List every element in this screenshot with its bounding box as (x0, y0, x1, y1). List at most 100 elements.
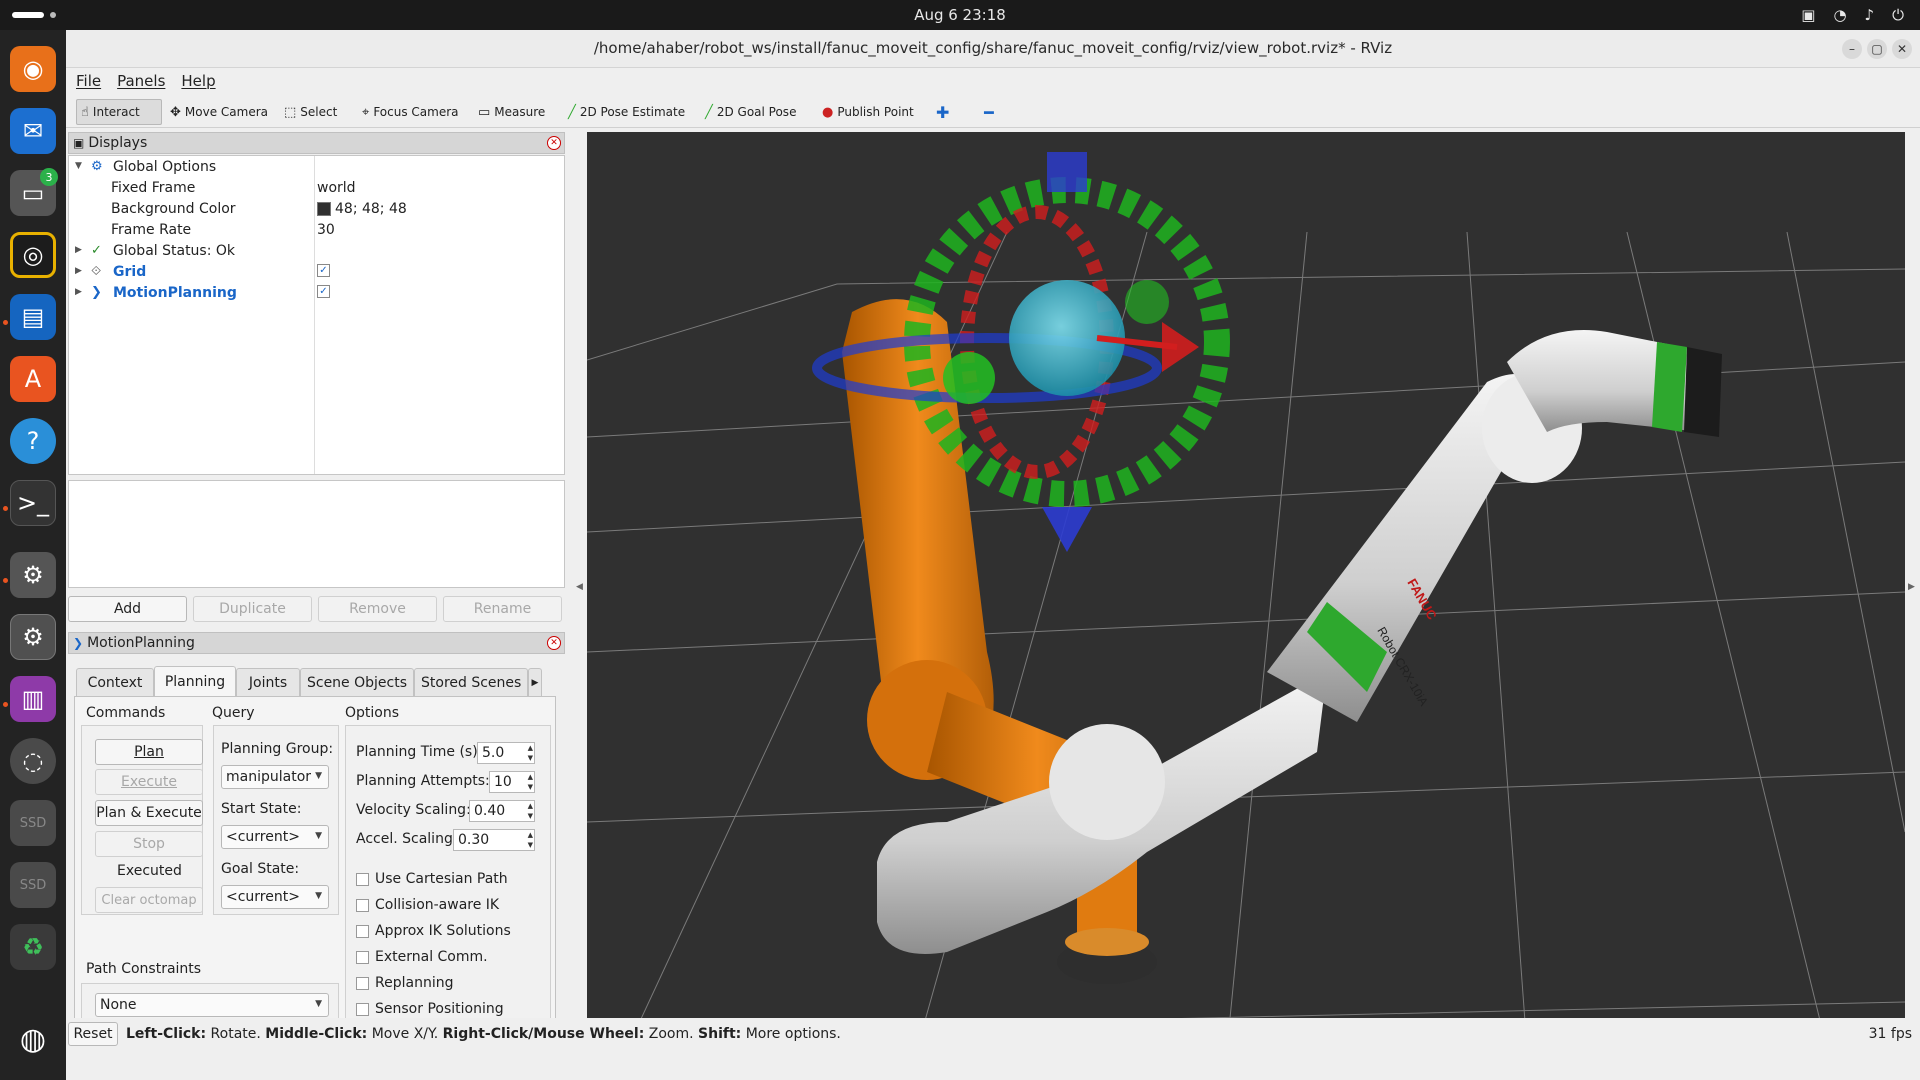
spin-arrows-icon[interactable]: ▲ ▼ (528, 830, 533, 850)
close-icon[interactable]: ✕ (547, 136, 561, 150)
add-tool-icon[interactable]: ✚ (932, 99, 953, 125)
velocity-scaling-input[interactable]: 0.40 ▲ ▼ (469, 800, 535, 822)
stop-button[interactable]: Stop (95, 831, 203, 857)
checkbox[interactable] (356, 924, 369, 938)
sensor-positioning-checkbox[interactable]: Sensor Positioning (356, 1001, 504, 1017)
plan-button[interactable]: Plan (95, 739, 203, 765)
background-color-value[interactable]: 48; 48; 48 (317, 201, 407, 217)
spin-arrows-icon[interactable]: ▲ ▼ (528, 772, 533, 792)
duplicate-button[interactable]: Duplicate (193, 596, 312, 622)
video-editor-icon[interactable]: ▥ (10, 676, 56, 722)
tab-stored-scenes[interactable]: Stored Scenes (414, 668, 528, 696)
camera-icon[interactable]: ▣ (1801, 6, 1815, 24)
menu-file[interactable]: File (76, 72, 101, 90)
checkbox[interactable] (356, 872, 369, 886)
color-swatch[interactable] (317, 202, 331, 216)
ssd-drive-icon[interactable]: SSD (10, 862, 56, 908)
checkbox[interactable] (356, 976, 369, 990)
expand-arrow-icon[interactable]: ▼ (75, 161, 82, 171)
spin-arrows-icon[interactable]: ▲ ▼ (528, 801, 533, 821)
tab-context[interactable]: Context (76, 668, 154, 696)
tree-row-global-options[interactable]: ▼ ⚙ Global Options (69, 158, 564, 178)
planning-time-input[interactable]: 5.0 ▲ ▼ (477, 742, 535, 764)
tab-joints[interactable]: Joints (236, 668, 300, 696)
external-comm-checkbox[interactable]: External Comm. (356, 949, 488, 965)
settings-gear-icon[interactable]: ⚙ (10, 552, 56, 598)
checkbox-checked[interactable]: ✓ (317, 285, 330, 298)
ssd-drive-icon[interactable]: SSD (10, 800, 56, 846)
firefox-icon[interactable]: ◉ (10, 46, 56, 92)
close-icon[interactable]: ✕ (547, 636, 561, 650)
show-apps-icon[interactable]: ◍ (10, 1016, 56, 1062)
remove-tool-icon[interactable]: ━ (980, 99, 998, 125)
checkbox[interactable] (356, 950, 369, 964)
app-center-icon[interactable]: A (10, 356, 56, 402)
approx-ik-solutions-checkbox[interactable]: Approx IK Solutions (356, 923, 511, 939)
planning-attempts-input[interactable]: 10 ▲ ▼ (489, 771, 535, 793)
pose-estimate-tool[interactable]: ╱ 2D Pose Estimate (564, 99, 689, 125)
collapse-arrow-icon[interactable]: ▶ (75, 266, 82, 276)
tree-row-grid[interactable]: ▶ ⟐ Grid ✓ (69, 263, 564, 283)
path-constraints-select[interactable]: None ▼ (95, 993, 329, 1017)
accel-scaling-input[interactable]: 0.30 ▲ ▼ (453, 829, 535, 851)
collision-aware-ik-checkbox[interactable]: Collision-aware IK (356, 897, 499, 913)
checkbox-checked[interactable]: ✓ (317, 264, 330, 277)
menu-help[interactable]: Help (181, 72, 215, 90)
motion-planning-enabled-checkbox[interactable]: ✓ (317, 285, 330, 298)
frame-rate-value[interactable]: 30 (317, 222, 335, 238)
checkbox[interactable] (356, 1002, 369, 1016)
writer-icon[interactable]: ▤ (10, 294, 56, 340)
move-camera-tool[interactable]: ✥ Move Camera (166, 99, 272, 125)
rhythmbox-icon[interactable]: ◎ (10, 232, 56, 278)
rename-button[interactable]: Rename (443, 596, 562, 622)
wifi-icon[interactable]: ◔ (1833, 6, 1846, 24)
planning-group-select[interactable]: manipulator ▼ (221, 765, 329, 789)
measure-tool[interactable]: ▭ Measure (474, 99, 549, 125)
maximize-icon[interactable]: ▢ (1867, 39, 1887, 59)
power-icon[interactable]: ⏻ (1892, 6, 1904, 24)
window-titlebar[interactable]: /home/ahaber/robot_ws/install/fanuc_move… (66, 30, 1920, 68)
splitter-collapse-right-icon[interactable]: ▶ (1908, 582, 1915, 592)
select-tool[interactable]: ⬚ Select (280, 99, 341, 125)
tab-planning[interactable]: Planning (154, 666, 236, 696)
terminal-icon[interactable]: >_ (10, 480, 56, 526)
fixed-frame-value[interactable]: world (317, 180, 356, 196)
interact-tool[interactable]: ☝ Interact (76, 99, 162, 125)
trash-icon[interactable]: ♻ (10, 924, 56, 970)
goal-pose-tool[interactable]: ╱ 2D Goal Pose (701, 99, 800, 125)
tree-row-fixed-frame[interactable]: Fixed Frame world (69, 179, 564, 199)
grid-enabled-checkbox[interactable]: ✓ (317, 264, 330, 277)
rviz-gear-icon[interactable]: ⚙ (10, 614, 56, 660)
tree-row-motion-planning[interactable]: ▶ ❯ MotionPlanning ✓ (69, 284, 564, 304)
system-tray[interactable]: ▣ ◔ ♪ ⏻ (1801, 6, 1904, 24)
help-icon[interactable]: ? (10, 418, 56, 464)
close-icon[interactable]: ✕ (1892, 39, 1912, 59)
clock[interactable]: Aug 6 23:18 (0, 6, 1920, 24)
spin-arrows-icon[interactable]: ▲ ▼ (528, 743, 533, 763)
splitter-collapse-left-icon[interactable]: ◀ (576, 582, 583, 592)
collapse-arrow-icon[interactable]: ▶ (75, 287, 82, 297)
thunderbird-icon[interactable]: ✉ (10, 108, 56, 154)
menu-panels[interactable]: Panels (117, 72, 165, 90)
use-cartesian-path-checkbox[interactable]: Use Cartesian Path (356, 871, 508, 887)
tab-scroll-right-icon[interactable]: ▶ (528, 668, 542, 696)
publish-point-tool[interactable]: ● Publish Point (818, 99, 918, 125)
execute-button[interactable]: Execute (95, 769, 203, 795)
tab-scene-objects[interactable]: Scene Objects (300, 668, 414, 696)
clear-octomap-button[interactable]: Clear octomap (95, 887, 203, 913)
collapse-arrow-icon[interactable]: ▶ (75, 245, 82, 255)
focus-camera-tool[interactable]: ⌖ Focus Camera (358, 99, 463, 125)
tree-row-background-color[interactable]: Background Color 48; 48; 48 (69, 200, 564, 220)
goal-state-select[interactable]: <current> ▼ (221, 885, 329, 909)
volume-icon[interactable]: ♪ (1865, 6, 1875, 24)
minimize-icon[interactable]: – (1842, 39, 1862, 59)
plan-and-execute-button[interactable]: Plan & Execute (95, 800, 203, 826)
tree-row-global-status[interactable]: ▶ ✓ Global Status: Ok (69, 242, 564, 262)
remove-button[interactable]: Remove (318, 596, 437, 622)
checkbox[interactable] (356, 898, 369, 912)
reset-button[interactable]: Reset (68, 1022, 118, 1046)
start-state-select[interactable]: <current> ▼ (221, 825, 329, 849)
add-button[interactable]: Add (68, 596, 187, 622)
disc-icon[interactable]: ◌ (10, 738, 56, 784)
replanning-checkbox[interactable]: Replanning (356, 975, 453, 991)
